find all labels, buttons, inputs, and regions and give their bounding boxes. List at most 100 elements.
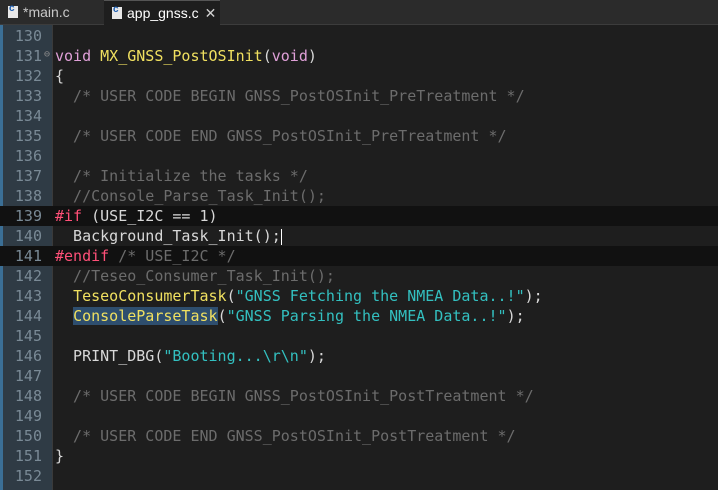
code-text: PRINT_DBG("Booting...\r\n");	[55, 346, 326, 366]
line-number: 141	[14, 247, 42, 265]
code-token: #if	[55, 207, 83, 225]
line-number: 131	[14, 47, 42, 65]
code-text: //Teseo_Consumer_Task_Init();	[55, 266, 335, 286]
code-token: /* Initialize the tasks */	[55, 167, 308, 185]
code-token: "GNSS Fetching the NMEA Data..!"	[235, 287, 525, 305]
code-token: void	[271, 47, 308, 65]
tab-app-gnss-c[interactable]: app_gnss.c ✕	[104, 0, 220, 25]
code-token: void	[55, 47, 92, 65]
code-token: (	[226, 287, 236, 305]
code-text: /* Initialize the tasks */	[55, 166, 308, 186]
line-number: 144	[14, 307, 42, 325]
close-icon[interactable]: ✕	[205, 5, 217, 22]
code-text: {	[55, 66, 64, 86]
code-line[interactable]: 132 {	[0, 66, 718, 86]
code-token: //Console_Parse_Task_Init();	[55, 187, 326, 205]
line-number: 134	[14, 107, 42, 125]
editor-tab-bar: *main.c app_gnss.c ✕	[0, 0, 718, 25]
code-token: "GNSS Parsing the NMEA Data..!"	[226, 307, 507, 325]
code-token: );	[307, 347, 326, 365]
code-line[interactable]: 144 ConsoleParseTask("GNSS Parsing the N…	[0, 306, 718, 326]
code-token: "Booting...\r\n"	[163, 347, 308, 365]
line-number: 149	[14, 407, 42, 425]
code-line[interactable]: 152	[0, 466, 718, 486]
code-line[interactable]: 140 Background_Task_Init();	[0, 226, 718, 246]
code-text: void MX_GNSS_PostOSInit(void)	[55, 46, 317, 66]
code-line[interactable]: 145	[0, 326, 718, 346]
code-line[interactable]: 130	[0, 26, 718, 46]
code-text: /* USER CODE BEGIN GNSS_PostOSInit_PostT…	[55, 386, 534, 406]
code-line[interactable]: 134	[0, 106, 718, 126]
code-token: )	[307, 47, 317, 65]
line-number: 143	[14, 287, 42, 305]
line-number: 150	[14, 427, 42, 445]
code-line[interactable]: 139 #if (USE_I2C == 1)	[0, 206, 718, 226]
code-token: (	[217, 307, 227, 325]
code-token: /* USER CODE END GNSS_PostOSInit_PostTre…	[55, 427, 516, 445]
line-number: 130	[14, 27, 42, 45]
code-line[interactable]: 148 /* USER CODE BEGIN GNSS_PostOSInit_P…	[0, 386, 718, 406]
line-number: 138	[14, 187, 42, 205]
code-token: (USE_I2C == 1)	[82, 207, 218, 225]
code-line[interactable]: 138 //Console_Parse_Task_Init();	[0, 186, 718, 206]
code-line[interactable]: 141 #endif /* USE_I2C */	[0, 246, 718, 266]
code-line[interactable]: 136	[0, 146, 718, 166]
fold-collapse-icon[interactable]: ⊖	[44, 49, 50, 60]
line-number: 132	[14, 67, 42, 85]
line-number: 135	[14, 127, 42, 145]
code-token: /* USER CODE BEGIN GNSS_PostOSInit_PostT…	[55, 387, 534, 405]
c-file-icon	[8, 3, 18, 18]
code-text: #if (USE_I2C == 1)	[55, 206, 218, 226]
line-number: 137	[14, 167, 42, 185]
line-number: 147	[14, 367, 42, 385]
c-file-icon	[112, 4, 122, 19]
code-text: /* USER CODE END GNSS_PostOSInit_PreTrea…	[55, 126, 507, 146]
code-line[interactable]: 137 /* Initialize the tasks */	[0, 166, 718, 186]
code-line[interactable]: 131 ⊖ void MX_GNSS_PostOSInit(void)	[0, 46, 718, 66]
line-number: 136	[14, 147, 42, 165]
code-token: /* USER CODE BEGIN GNSS_PostOSInit_PreTr…	[55, 87, 525, 105]
code-token: /* USER CODE END GNSS_PostOSInit_PreTrea…	[55, 127, 507, 145]
code-token: {	[55, 67, 65, 85]
tab-main-c[interactable]: *main.c	[0, 0, 104, 24]
code-text: ConsoleParseTask("GNSS Parsing the NMEA …	[55, 306, 525, 326]
line-number: 151	[14, 447, 42, 465]
line-number: 145	[14, 327, 42, 345]
code-token: #endif	[55, 247, 110, 265]
text-caret	[280, 228, 282, 245]
code-text: /* USER CODE BEGIN GNSS_PostOSInit_PreTr…	[55, 86, 525, 106]
code-text: //Console_Parse_Task_Init();	[55, 186, 326, 206]
code-token: ConsoleParseTask	[73, 307, 218, 325]
line-number: 152	[14, 467, 42, 485]
code-text: Background_Task_Init();	[55, 226, 282, 246]
line-number: 142	[14, 267, 42, 285]
code-token: /* USE_I2C */	[109, 247, 236, 265]
code-line[interactable]: 143 TeseoConsumerTask("GNSS Fetching the…	[0, 286, 718, 306]
code-line[interactable]: 142 //Teseo_Consumer_Task_Init();	[0, 266, 718, 286]
code-editor[interactable]: 130 131 ⊖ void MX_GNSS_PostOSInit(void) 132{…	[0, 25, 718, 490]
code-token: TeseoConsumerTask	[73, 287, 227, 305]
code-text: /* USER CODE END GNSS_PostOSInit_PostTre…	[55, 426, 516, 446]
line-number: 140	[14, 227, 42, 245]
code-line[interactable]: 147	[0, 366, 718, 386]
code-line[interactable]: 151}	[0, 446, 718, 466]
line-number: 133	[14, 87, 42, 105]
code-line[interactable]: 135 /* USER CODE END GNSS_PostOSInit_Pre…	[0, 126, 718, 146]
code-token: Background_Task_Init();	[55, 227, 281, 245]
code-token: }	[55, 447, 65, 465]
code-line[interactable]: 133 /* USER CODE BEGIN GNSS_PostOSInit_P…	[0, 86, 718, 106]
code-line[interactable]: 150 /* USER CODE END GNSS_PostOSInit_Pos…	[0, 426, 718, 446]
line-number: 146	[14, 347, 42, 365]
code-line[interactable]: 149	[0, 406, 718, 426]
code-token: );	[506, 307, 525, 325]
code-token: (	[262, 47, 272, 65]
tab-label: *main.c	[23, 4, 70, 20]
code-line[interactable]: 146 PRINT_DBG("Booting...\r\n");	[0, 346, 718, 366]
tab-label: app_gnss.c	[127, 5, 199, 21]
code-token: MX_GNSS_PostOSInit	[100, 47, 263, 65]
line-number: 148	[14, 387, 42, 405]
code-text: TeseoConsumerTask("GNSS Fetching the NME…	[55, 286, 543, 306]
